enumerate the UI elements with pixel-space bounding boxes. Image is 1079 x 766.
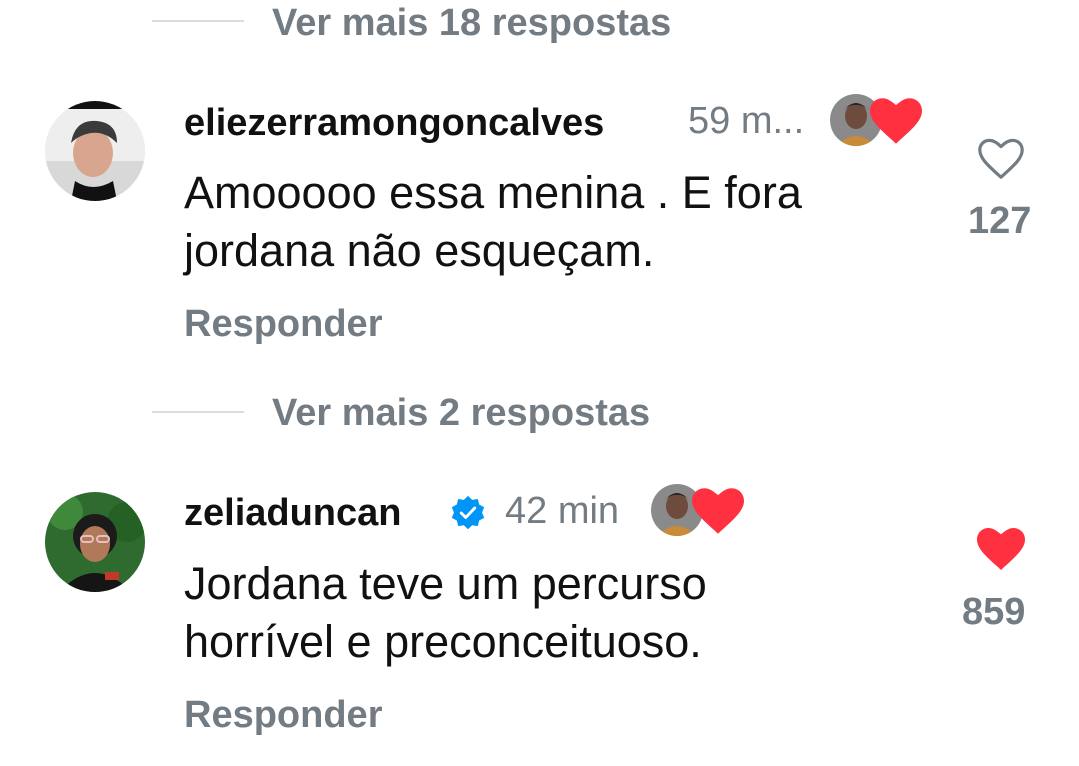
comment-text-line: Jordana teve um percurso [184, 558, 707, 609]
comment-timestamp: 59 m... [688, 100, 805, 142]
comment-text-line: horrível e preconceituoso. [184, 616, 702, 667]
view-more-replies-link[interactable]: Ver mais 18 respostas [272, 4, 671, 42]
creator-heart-icon [692, 488, 744, 534]
replies-divider [152, 411, 244, 413]
avatar[interactable] [45, 101, 145, 201]
comment-text: Amooooo essa menina . E fora jordana não… [184, 164, 802, 280]
replies-divider [152, 20, 244, 22]
comment-username[interactable]: zeliaduncan [184, 494, 402, 532]
verified-badge-icon [451, 495, 485, 530]
reply-button[interactable]: Responder [184, 696, 382, 734]
like-count: 859 [962, 591, 1026, 633]
like-count: 127 [968, 200, 1032, 242]
comment-text: Jordana teve um percurso horrível e prec… [184, 555, 707, 671]
creator-heart-icon [870, 98, 922, 144]
view-more-replies-link[interactable]: Ver mais 2 respostas [272, 394, 650, 432]
avatar[interactable] [45, 492, 145, 592]
reply-button[interactable]: Responder [184, 305, 382, 343]
comment-text-line: Amooooo essa menina . E fora [184, 167, 802, 218]
heart-outline-icon[interactable] [977, 138, 1025, 180]
comment-username[interactable]: eliezerramongoncalves [184, 104, 604, 142]
comment-timestamp: 42 min [505, 490, 620, 532]
heart-filled-icon[interactable] [977, 528, 1025, 570]
comment-text-line: jordana não esqueçam. [184, 225, 655, 276]
